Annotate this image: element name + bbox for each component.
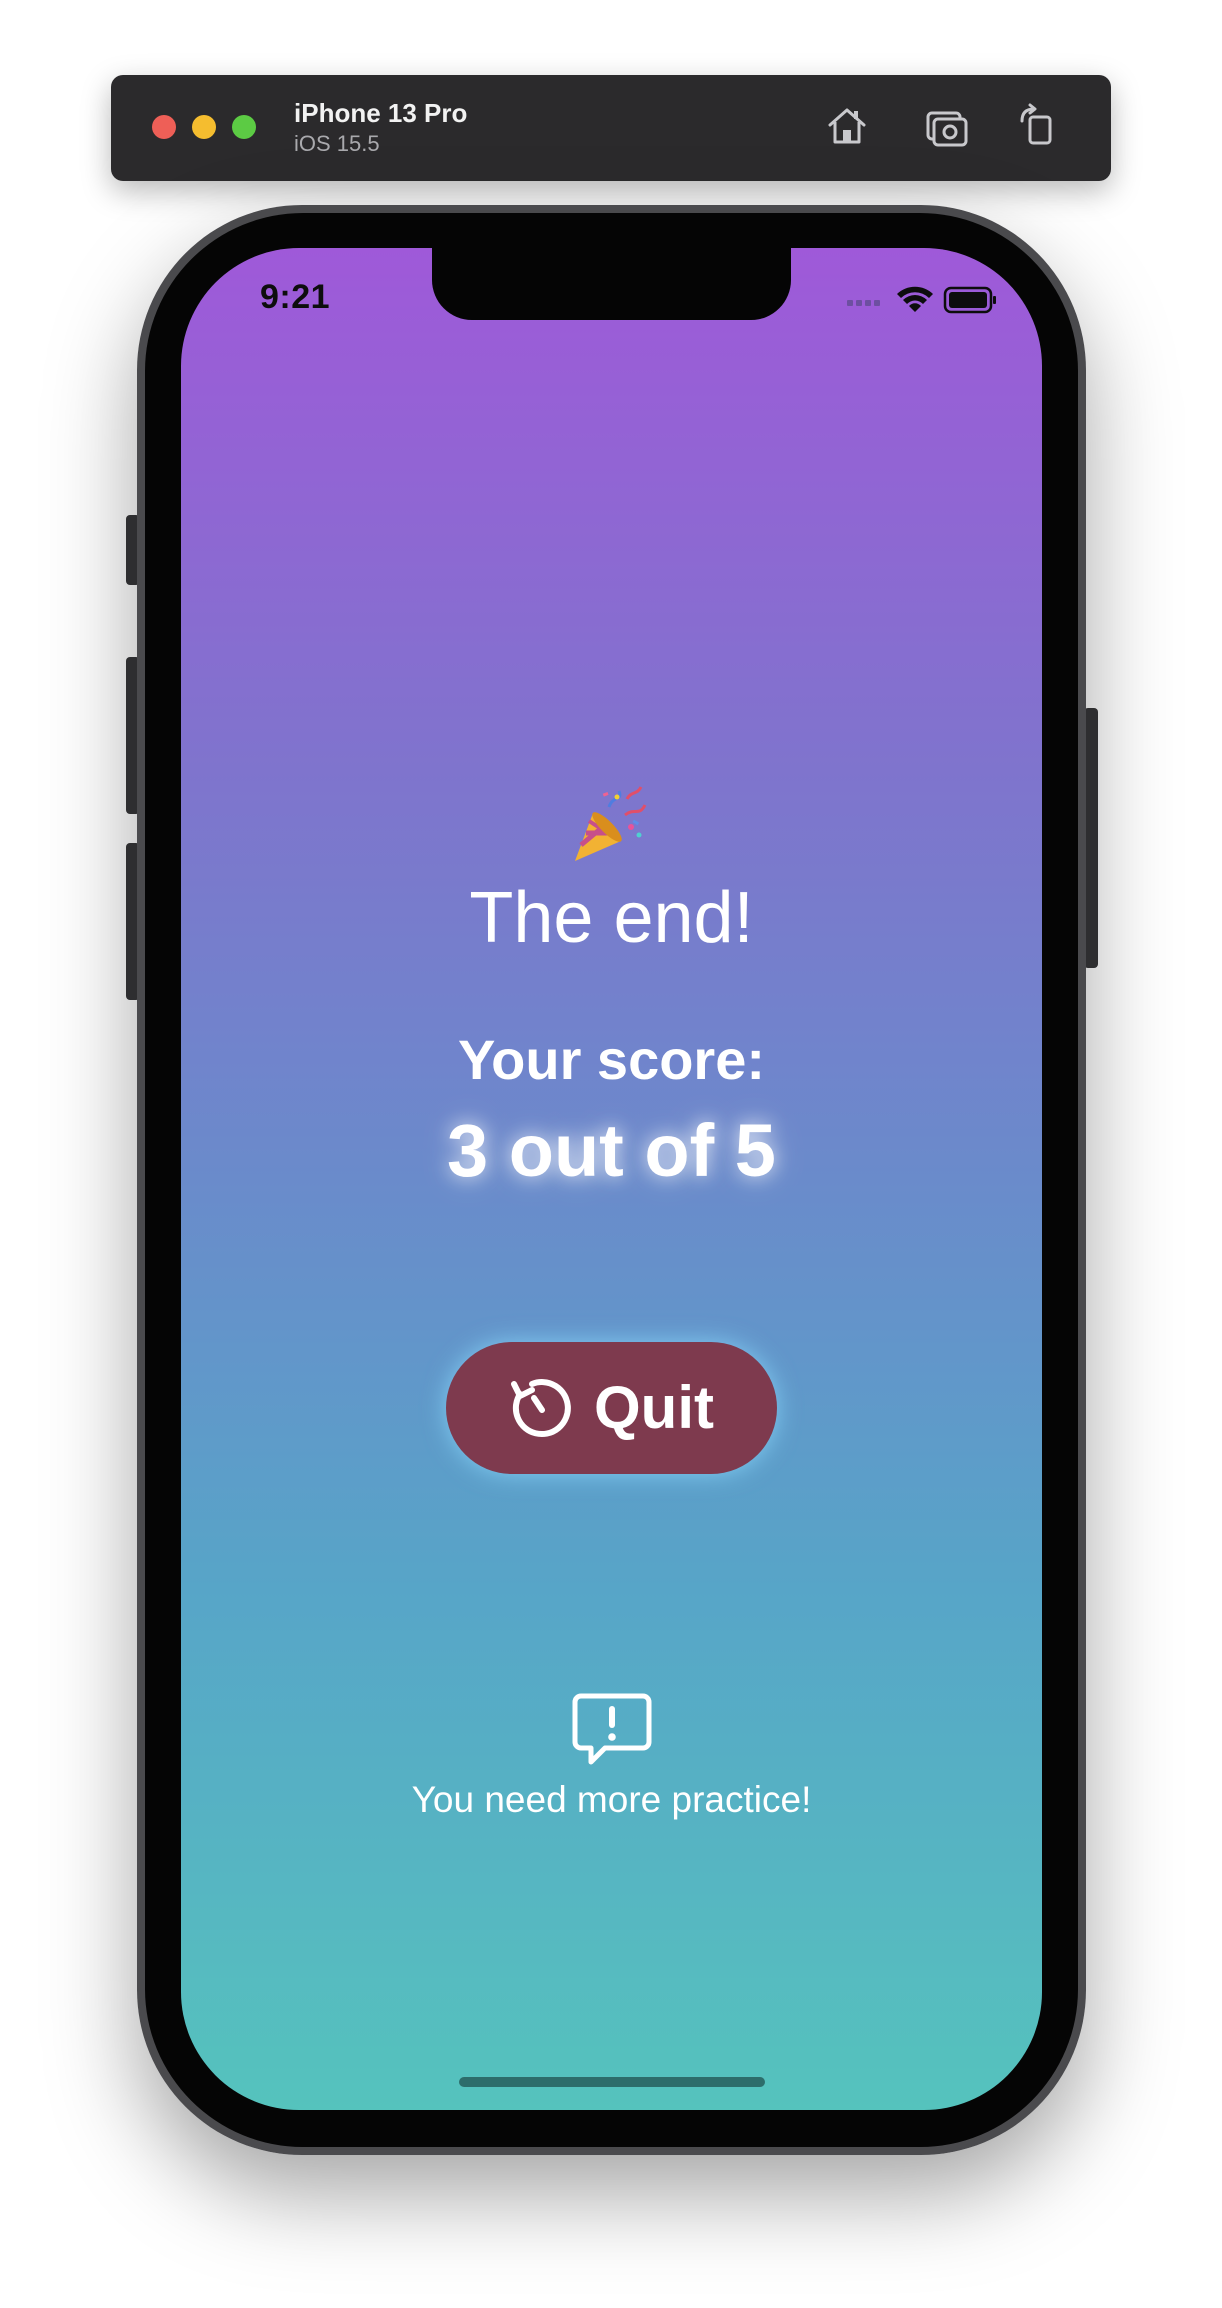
device-name: iPhone 13 Pro — [294, 98, 468, 128]
exclamation-bubble-icon — [572, 1693, 652, 1765]
home-icon[interactable] — [824, 103, 870, 149]
rotate-icon[interactable] — [1016, 103, 1062, 149]
home-indicator[interactable] — [459, 2077, 765, 2087]
zoom-window-button[interactable] — [232, 115, 256, 139]
quit-button[interactable]: Quit — [446, 1342, 777, 1474]
signal-icon — [847, 300, 880, 306]
simulator-stage: iPhone 13 Pro iOS 15.5 9:21 The end! You… — [0, 0, 1222, 2308]
wifi-icon — [897, 286, 933, 312]
screenshot-icon[interactable] — [924, 103, 970, 149]
status-time: 9:21 — [260, 278, 331, 316]
device-os-version: iOS 15.5 — [294, 131, 380, 156]
score-label: Your score: — [457, 1028, 766, 1091]
status-icons — [847, 286, 996, 314]
close-window-button[interactable] — [152, 115, 176, 139]
notch — [432, 248, 791, 320]
restart-icon — [511, 1379, 571, 1438]
minimize-window-button[interactable] — [192, 115, 216, 139]
quit-button-label: Quit — [594, 1374, 714, 1441]
app-screen: 9:21 The end! Your score: 3 out of 5 Qui… — [181, 248, 1042, 2110]
battery-icon — [943, 286, 996, 314]
power-button — [1084, 708, 1098, 968]
party-popper-icon — [575, 786, 647, 861]
score-value: 3 out of 5 — [447, 1109, 776, 1192]
page-title: The end! — [469, 878, 754, 958]
feedback-text: You need more practice! — [411, 1779, 812, 1820]
